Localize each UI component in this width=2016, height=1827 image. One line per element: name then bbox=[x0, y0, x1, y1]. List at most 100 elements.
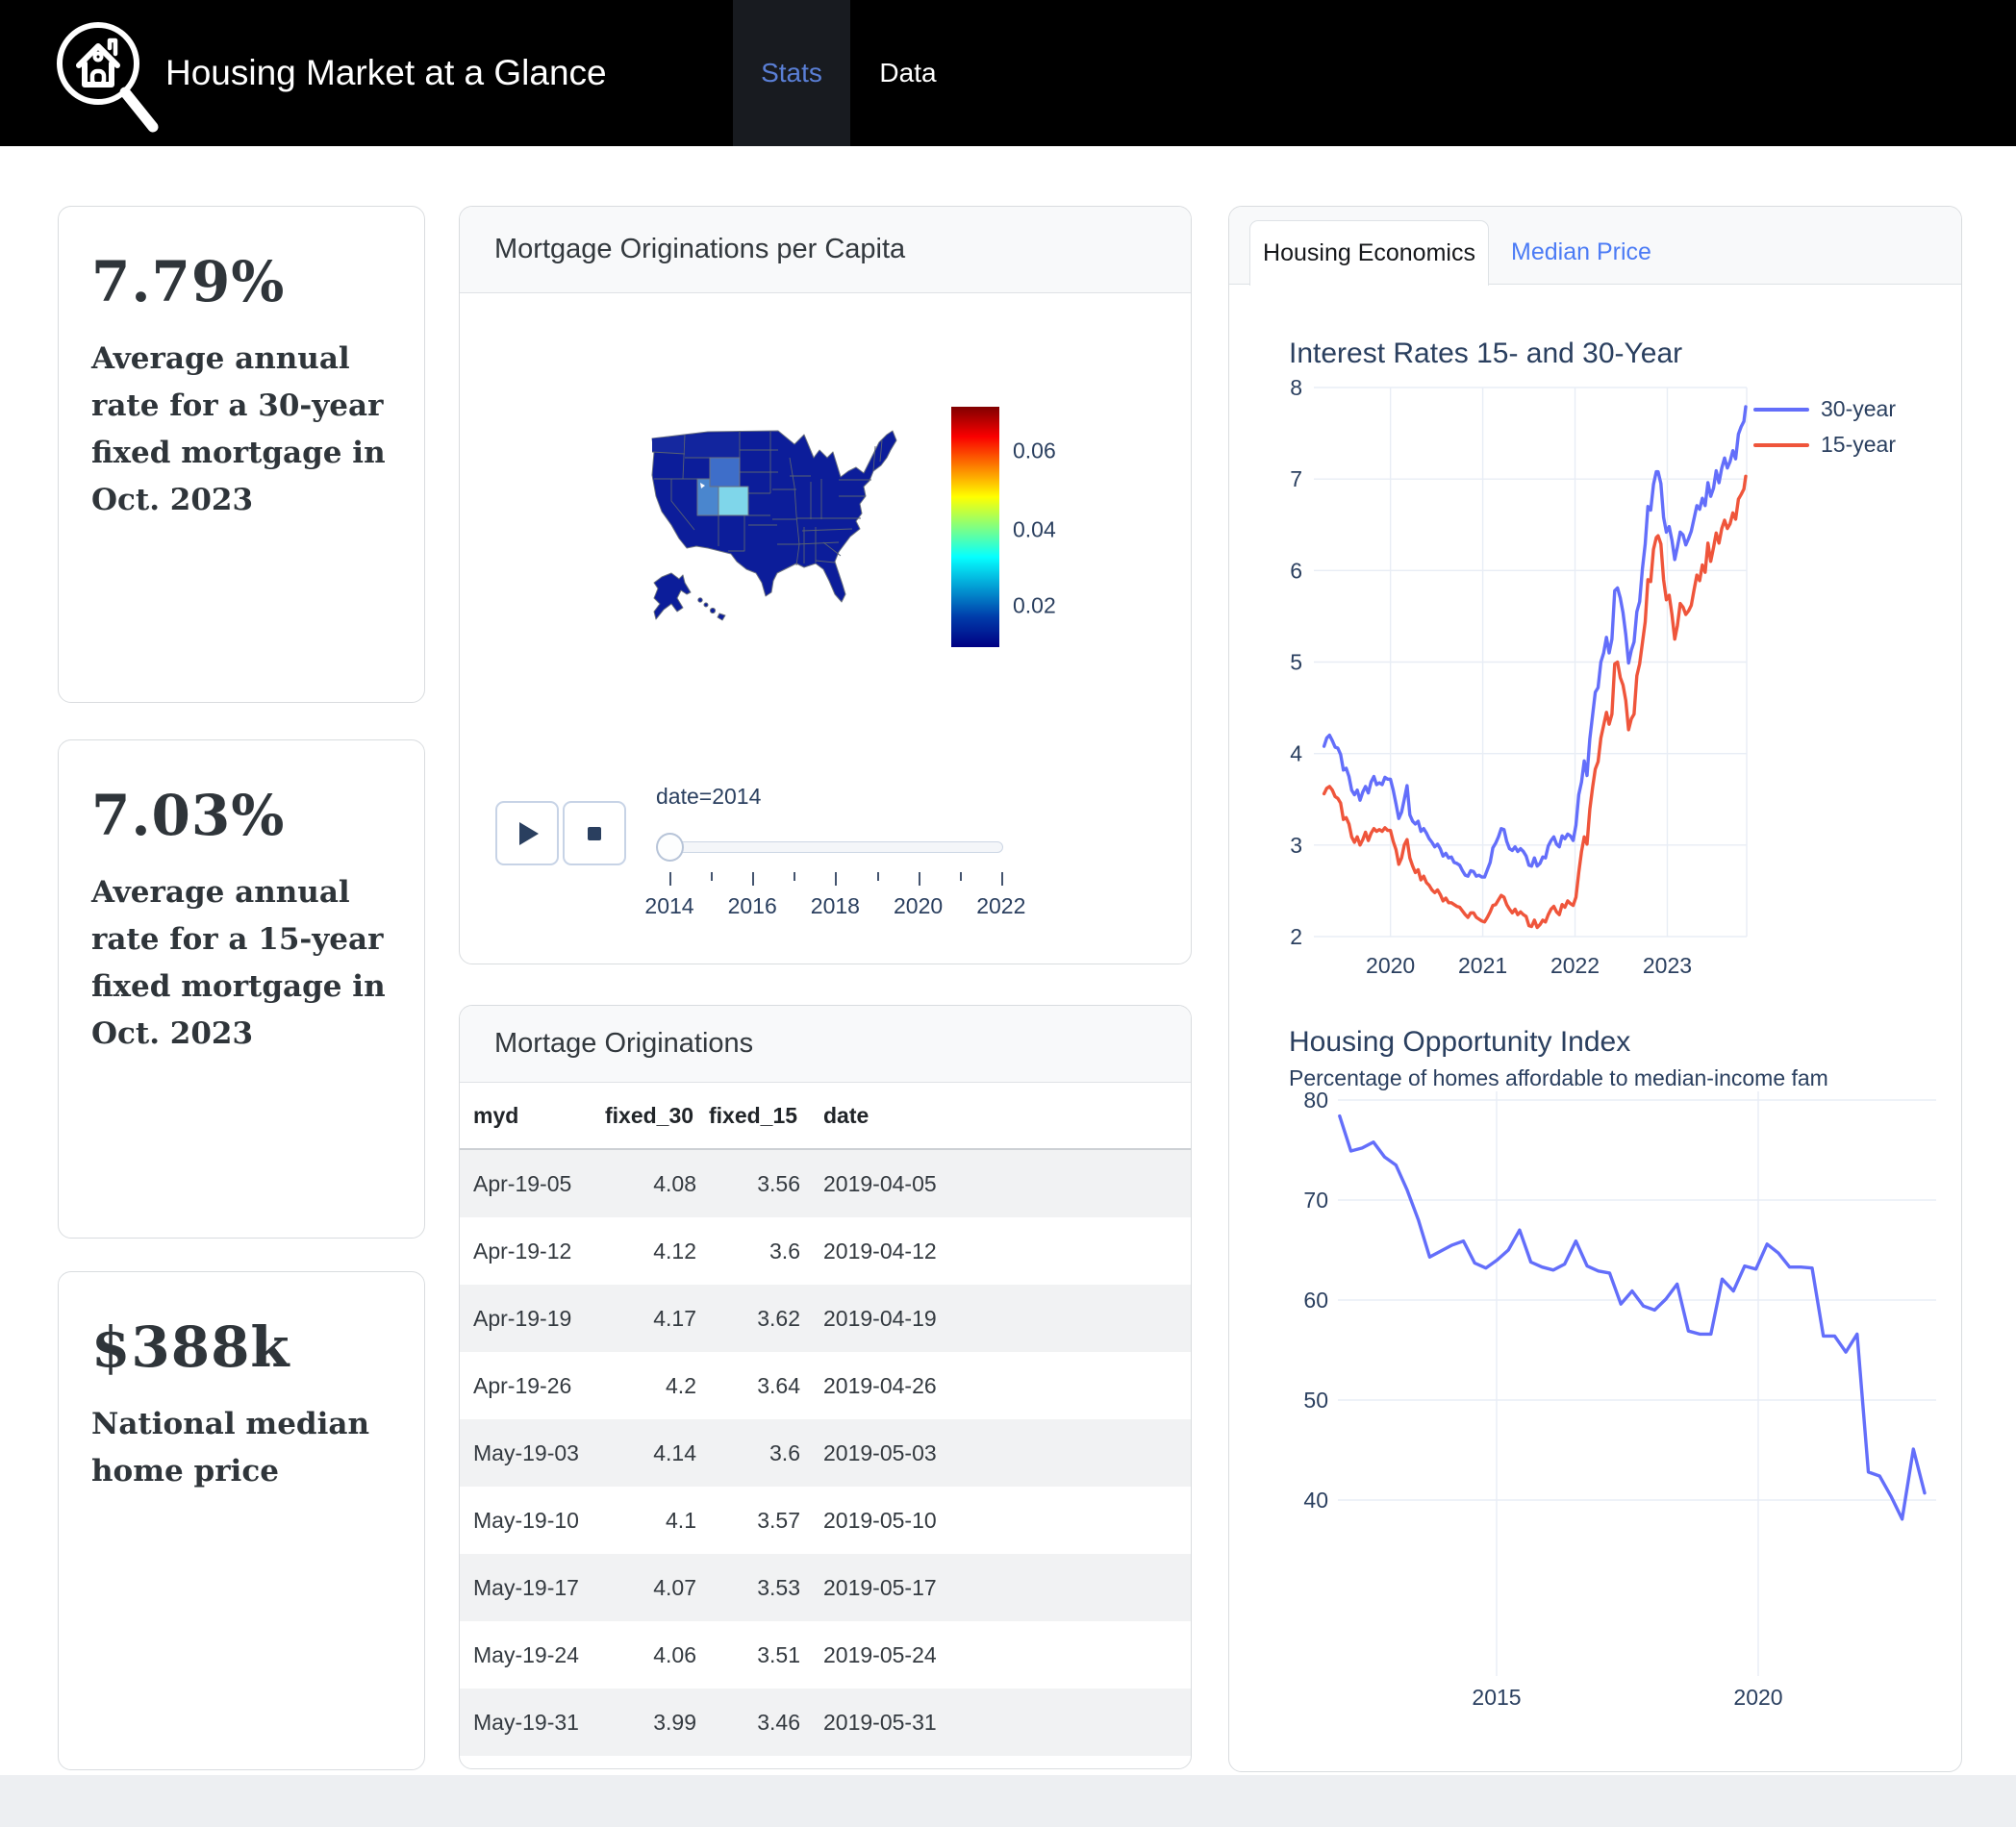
table-cell bbox=[1000, 1352, 1191, 1419]
state-alaska[interactable] bbox=[654, 573, 691, 619]
table-cell bbox=[1000, 1621, 1191, 1689]
table-row: May-19-174.073.532019-05-17 bbox=[460, 1554, 1191, 1621]
table-cell: 4.17 bbox=[604, 1285, 708, 1352]
table-cell: May-19-17 bbox=[460, 1554, 604, 1621]
state-wyoming[interactable] bbox=[710, 458, 740, 487]
y-tick-label: 3 bbox=[1290, 833, 1302, 858]
col-header-fixed15: fixed_15 bbox=[708, 1083, 812, 1149]
colorbar-tick-004: 0.04 bbox=[1013, 517, 1099, 543]
legend-row-15yr[interactable]: 15-year bbox=[1753, 427, 1955, 463]
table-cell bbox=[1000, 1217, 1191, 1285]
slider-tick bbox=[711, 872, 713, 881]
stat-desc-15yr: Average annual rate for a 15-year fixed … bbox=[91, 869, 390, 1058]
table-cell: 3.82 bbox=[604, 1756, 708, 1769]
tab-median-price[interactable]: Median Price bbox=[1504, 220, 1658, 285]
table-cell: 2019-04-12 bbox=[812, 1217, 1000, 1285]
y-tick-label: 2 bbox=[1290, 924, 1302, 949]
us-choropleth-map[interactable] bbox=[650, 429, 898, 627]
table-cell: 3.53 bbox=[708, 1554, 812, 1621]
year-slider-handle[interactable] bbox=[656, 833, 684, 862]
table-row: May-19-313.993.462019-05-31 bbox=[460, 1689, 1191, 1756]
legend-label-30yr: 30-year bbox=[1821, 396, 1896, 422]
y-tick-label: 70 bbox=[1303, 1188, 1328, 1213]
tab-housing-economics[interactable]: Housing Economics bbox=[1249, 220, 1489, 286]
table-cell: May-19-10 bbox=[460, 1487, 604, 1554]
table-cell: 3.28 bbox=[708, 1756, 812, 1769]
slider-tick bbox=[919, 872, 920, 886]
table-row: Apr-19-194.173.622019-04-19 bbox=[460, 1285, 1191, 1352]
colorbar-tick-006: 0.06 bbox=[1013, 438, 1099, 464]
x-tick-label: 2021 bbox=[1458, 953, 1507, 978]
table-card-title: Mortage Originations bbox=[494, 1028, 753, 1060]
y-tick-label: 60 bbox=[1303, 1288, 1328, 1313]
y-tick-label: 8 bbox=[1290, 375, 1302, 400]
year-slider-track[interactable] bbox=[668, 841, 1003, 853]
stat-value-15yr: 7.03% bbox=[91, 783, 391, 848]
stop-button[interactable] bbox=[563, 801, 626, 865]
slider-tick bbox=[669, 872, 671, 886]
slider-year-label: 2022 bbox=[958, 893, 1045, 919]
legend-swatch-30yr bbox=[1753, 408, 1809, 412]
table-cell bbox=[1000, 1689, 1191, 1756]
slider-year-label: 2020 bbox=[875, 893, 962, 919]
hoi-chart-title: Housing Opportunity Index bbox=[1289, 1026, 1630, 1059]
colorbar-tick-002: 0.02 bbox=[1013, 593, 1099, 619]
table-cell: 2019-04-26 bbox=[812, 1352, 1000, 1419]
slider-tick bbox=[835, 872, 837, 886]
slider-year-label: 2018 bbox=[792, 893, 878, 919]
slider-tick bbox=[877, 872, 879, 881]
slider-tick bbox=[752, 872, 754, 886]
play-button[interactable] bbox=[495, 801, 559, 865]
x-tick-label: 2020 bbox=[1733, 1685, 1782, 1710]
table-cell: 4.1 bbox=[604, 1487, 708, 1554]
table-row: Jun-19-073.823.282019-06-07 bbox=[460, 1756, 1191, 1769]
table-cell: May-19-24 bbox=[460, 1621, 604, 1689]
y-tick-label: 7 bbox=[1290, 466, 1302, 491]
table-cell: 4.08 bbox=[604, 1149, 708, 1217]
series-15-year bbox=[1324, 476, 1746, 927]
nav-tab-stats[interactable]: Stats bbox=[733, 0, 850, 146]
hoi-chart-subtitle: Percentage of homes affordable to median… bbox=[1289, 1065, 1828, 1091]
col-header-myd: myd bbox=[460, 1083, 604, 1149]
y-tick-label: 6 bbox=[1290, 558, 1302, 583]
table-cell bbox=[1000, 1419, 1191, 1487]
map-card-header: Mortgage Originations per Capita bbox=[460, 207, 1191, 293]
table-row: May-19-034.143.62019-05-03 bbox=[460, 1419, 1191, 1487]
table-cell: 2019-04-05 bbox=[812, 1149, 1000, 1217]
table-cell bbox=[1000, 1756, 1191, 1769]
table-cell bbox=[1000, 1149, 1191, 1217]
stat-value-30yr: 7.79% bbox=[91, 249, 391, 314]
x-tick-label: 2022 bbox=[1550, 953, 1600, 978]
y-tick-label: 5 bbox=[1290, 650, 1302, 675]
housing-dashboard: { "header": { "title": "Housing Market a… bbox=[0, 0, 2016, 1827]
table-cell: 3.56 bbox=[708, 1149, 812, 1217]
table-cell: 3.57 bbox=[708, 1487, 812, 1554]
legend-row-30yr[interactable]: 30-year bbox=[1753, 391, 1955, 427]
table-cell: 3.99 bbox=[604, 1689, 708, 1756]
table-cell bbox=[1000, 1554, 1191, 1621]
play-icon bbox=[519, 822, 539, 845]
series-hoi bbox=[1340, 1116, 1925, 1519]
table-cell: Apr-19-05 bbox=[460, 1149, 604, 1217]
table-cell: May-19-31 bbox=[460, 1689, 604, 1756]
stat-value-median-price: $388k bbox=[91, 1314, 391, 1380]
table-cell: Apr-19-12 bbox=[460, 1217, 604, 1285]
interest-chart-legend: 30-year 15-year bbox=[1753, 391, 1955, 463]
table-cell: 2019-06-07 bbox=[812, 1756, 1000, 1769]
interest-chart-title: Interest Rates 15- and 30-Year bbox=[1289, 338, 1682, 370]
slider-tick bbox=[960, 872, 962, 881]
stat-desc-median-price: National median home price bbox=[91, 1401, 390, 1495]
state-hawaii[interactable] bbox=[698, 598, 725, 620]
footer-strip bbox=[0, 1775, 2016, 1827]
table-cell: May-19-03 bbox=[460, 1419, 604, 1487]
legend-label-15yr: 15-year bbox=[1821, 432, 1896, 458]
state-colorado[interactable] bbox=[718, 487, 748, 515]
y-tick-label: 40 bbox=[1303, 1488, 1328, 1513]
stat-card-15yr-rate: 7.03% Average annual rate for a 15-year … bbox=[58, 739, 425, 1239]
x-tick-label: 2023 bbox=[1643, 953, 1692, 978]
table-cell: 3.64 bbox=[708, 1352, 812, 1419]
top-header-bar: Housing Market at a Glance Stats Data bbox=[0, 0, 2016, 146]
nav-tab-data[interactable]: Data bbox=[850, 0, 966, 146]
table-row: May-19-244.063.512019-05-24 bbox=[460, 1621, 1191, 1689]
table-row: May-19-104.13.572019-05-10 bbox=[460, 1487, 1191, 1554]
